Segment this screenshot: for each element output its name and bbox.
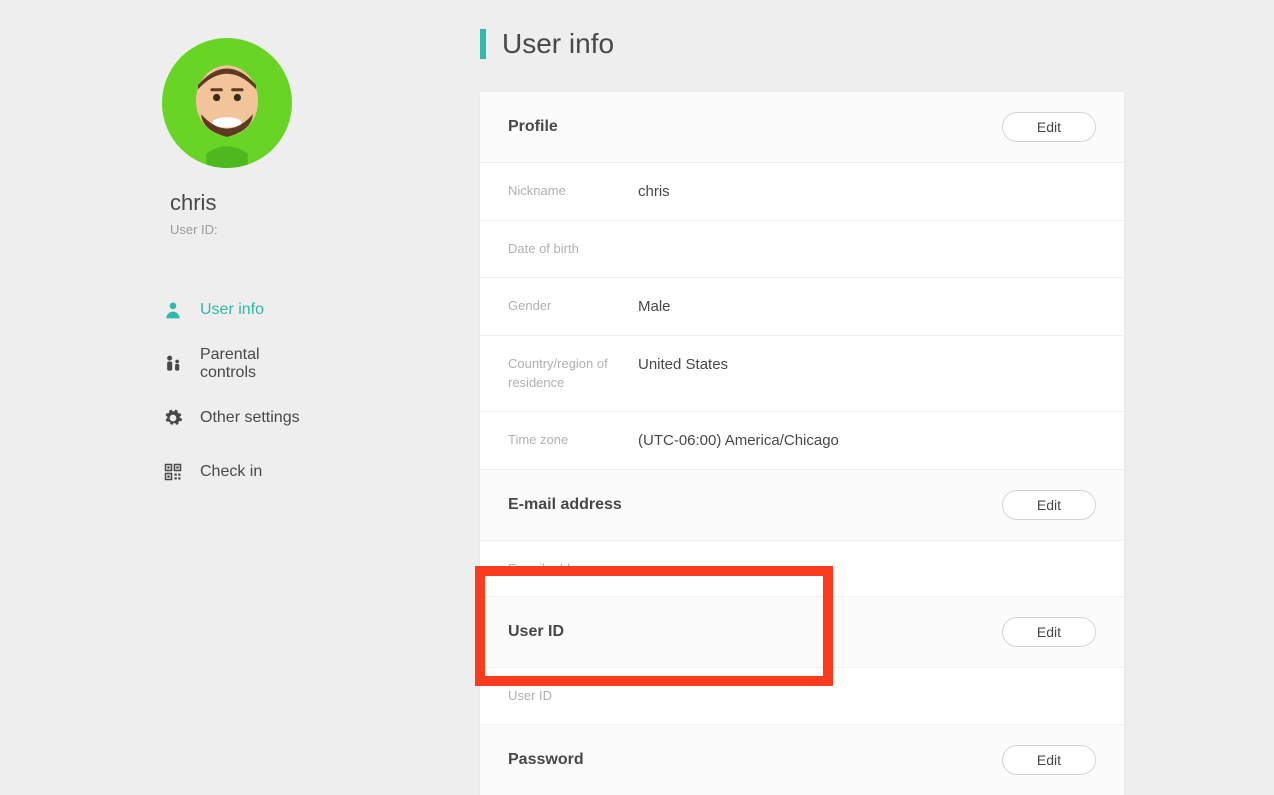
nav-parental-label: Parental controls	[200, 346, 320, 382]
gender-value: Male	[638, 296, 671, 317]
userid-header: User ID Edit	[480, 597, 1124, 668]
password-edit-button[interactable]: Edit	[1002, 745, 1096, 775]
avatar[interactable]	[162, 38, 292, 168]
avatar-container	[162, 38, 320, 168]
page-title-row: User info	[480, 28, 1124, 60]
gender-label: Gender	[508, 296, 638, 316]
password-title: Password	[508, 751, 584, 769]
nav-check-in[interactable]: Check in	[162, 445, 320, 499]
userid-field-label: User ID	[508, 686, 638, 706]
country-label: Country/region of residence	[508, 354, 638, 393]
profile-nickname-row: Nickname chris	[480, 163, 1124, 221]
nickname-value: chris	[638, 181, 670, 202]
page-title: User info	[502, 28, 614, 60]
username: chris	[170, 190, 320, 216]
country-value: United States	[638, 354, 728, 375]
sidebar-userid: User ID:	[170, 222, 320, 237]
nav-checkin-label: Check in	[200, 463, 262, 481]
profile-edit-button[interactable]: Edit	[1002, 112, 1096, 142]
timezone-label: Time zone	[508, 430, 638, 450]
nav-other-settings[interactable]: Other settings	[162, 391, 320, 445]
email-edit-button[interactable]: Edit	[1002, 490, 1096, 520]
profile-dob-row: Date of birth	[480, 221, 1124, 278]
nickname-label: Nickname	[508, 181, 638, 201]
email-header: E-mail address Edit	[480, 470, 1124, 541]
profile-timezone-row: Time zone (UTC-06:00) America/Chicago	[480, 412, 1124, 470]
email-title: E-mail address	[508, 496, 622, 514]
dob-label: Date of birth	[508, 239, 638, 259]
userid-title: User ID	[508, 623, 564, 641]
profile-header: Profile Edit	[480, 92, 1124, 163]
avatar-face-icon	[175, 54, 279, 168]
nav-parental-controls[interactable]: Parental controls	[162, 337, 320, 391]
user-icon	[162, 299, 184, 321]
password-header: Password Edit	[480, 725, 1124, 795]
profile-country-row: Country/region of residence United State…	[480, 336, 1124, 412]
nav-user-info[interactable]: User info	[162, 283, 320, 337]
gear-icon	[162, 407, 184, 429]
email-field-label: E-mail address	[508, 559, 638, 579]
qr-icon	[162, 461, 184, 483]
profile-gender-row: Gender Male	[480, 278, 1124, 336]
userid-edit-button[interactable]: Edit	[1002, 617, 1096, 647]
main-content: User info Profile Edit Nickname chris Da…	[320, 0, 1274, 795]
sidebar-userid-label: User ID:	[170, 222, 218, 237]
nav-list: User info Parental controls Other settin…	[162, 283, 320, 499]
page-title-accent	[480, 29, 486, 59]
profile-title: Profile	[508, 118, 558, 136]
userid-row: User ID	[480, 668, 1124, 725]
parental-icon	[162, 353, 184, 375]
nav-other-label: Other settings	[200, 409, 300, 427]
nav-user-info-label: User info	[200, 301, 264, 319]
email-row: E-mail address	[480, 541, 1124, 598]
timezone-value: (UTC-06:00) America/Chicago	[638, 430, 839, 451]
settings-card: Profile Edit Nickname chris Date of birt…	[480, 92, 1124, 795]
sidebar: chris User ID: User info Parental contro…	[0, 0, 320, 795]
